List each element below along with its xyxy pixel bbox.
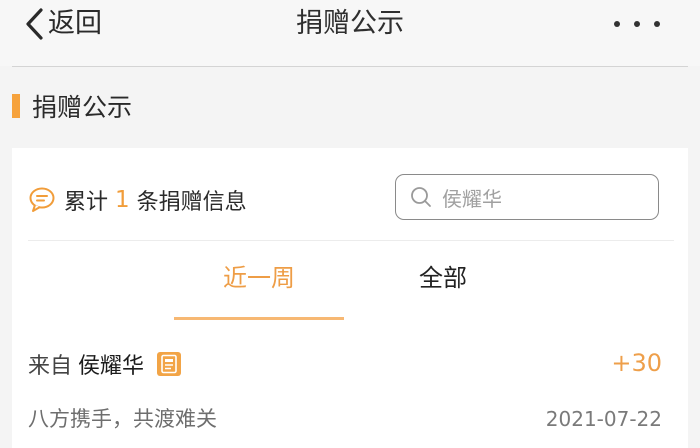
- nav-bar: 返回 捐赠公示: [0, 0, 700, 66]
- page-title: 捐赠公示: [296, 8, 404, 39]
- donation-count: 1: [115, 187, 130, 213]
- nav-divider: [12, 66, 688, 67]
- message-icon: [29, 187, 55, 212]
- tab-recent-week[interactable]: 近一周: [174, 258, 344, 298]
- more-options-button[interactable]: [614, 10, 660, 38]
- summary-prefix: 累计: [64, 190, 109, 215]
- source-prefix: 来自: [28, 354, 73, 379]
- summary-suffix: 条捐赠信息: [136, 190, 247, 215]
- donor-name: 侯耀华: [78, 354, 145, 379]
- tab-all[interactable]: 全部: [358, 258, 528, 298]
- donation-amount: +30: [611, 349, 662, 377]
- donation-date: 2021-07-22: [545, 407, 662, 431]
- donation-card: 累计 1 条捐赠信息 侯耀华 近一周 全部 来自 侯耀华 +30 八方携手，共渡…: [12, 148, 688, 448]
- donation-source: 来自 侯耀华: [28, 346, 182, 382]
- search-icon: [411, 187, 431, 207]
- section-title: 捐赠公示: [32, 93, 133, 122]
- search-input[interactable]: 侯耀华: [395, 174, 659, 220]
- heading-accent-bar: [12, 94, 20, 118]
- donation-summary: 累计 1 条捐赠信息: [28, 178, 247, 222]
- search-value: 侯耀华: [442, 186, 502, 211]
- more-dots-icon: [634, 21, 640, 27]
- more-dots-icon: [654, 21, 660, 27]
- more-dots-icon: [614, 21, 620, 27]
- back-label: 返回: [48, 8, 102, 39]
- active-tab-indicator: [174, 317, 344, 320]
- back-button[interactable]: 返回: [24, 4, 102, 44]
- chevron-left-icon: [26, 8, 43, 40]
- card-divider: [28, 240, 674, 241]
- donation-message: 八方携手，共渡难关: [28, 407, 217, 431]
- section-heading: 捐赠公示: [12, 86, 132, 126]
- donor-badge-icon: [157, 352, 182, 376]
